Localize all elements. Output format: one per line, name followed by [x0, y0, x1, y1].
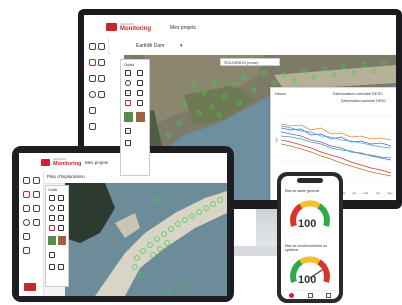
project-bar: Earthlili Dam ▾	[108, 37, 396, 56]
tools-icon[interactable]	[89, 123, 96, 130]
chevron-down-icon[interactable]: ▾	[180, 43, 183, 49]
tools-title: Outils	[124, 62, 135, 67]
gauge1-value: 100	[298, 218, 317, 230]
layer-thumb-red-icon[interactable]	[136, 112, 145, 122]
nav-my-projects[interactable]: Mes projets	[85, 160, 108, 165]
select-tool-icon[interactable]	[49, 195, 55, 201]
alert-icon[interactable]	[33, 205, 40, 212]
soldata-logo-icon	[41, 158, 50, 166]
chart-ylabel: Déf	[274, 137, 279, 143]
list-icon[interactable]	[89, 75, 96, 82]
layer-thumb-green-icon[interactable]	[124, 112, 133, 122]
brand-name: Monitoring	[120, 26, 151, 32]
tools-title: Outils	[48, 188, 58, 192]
phone-screen: Etat de santé general 100 Etat de foncti…	[281, 176, 339, 299]
nav-my-projects[interactable]: Mes projets	[170, 25, 196, 31]
alert-icon[interactable]	[98, 75, 105, 82]
map-icon[interactable]	[89, 59, 96, 66]
gauge2-value: 100	[298, 274, 317, 286]
gauge1-label: Etat de santé general	[285, 189, 320, 193]
line-tool-icon[interactable]	[58, 205, 64, 211]
series-line	[281, 127, 392, 147]
soldata-logo-icon	[106, 23, 117, 31]
footer-logo-icon	[24, 283, 36, 291]
marker-tool-icon[interactable]	[49, 225, 55, 231]
health-gauge	[290, 200, 330, 227]
phone-notch	[297, 178, 323, 183]
polygon-tool-icon[interactable]	[49, 215, 55, 221]
x-tick-label: sept.	[363, 192, 369, 195]
chart-icon[interactable]	[33, 177, 40, 184]
zoom-in-icon[interactable]	[125, 128, 131, 134]
app-header: SOLDATA Monitoring Mes projets	[84, 15, 396, 38]
document-icon[interactable]	[23, 233, 30, 240]
project-select[interactable]: Earthlili Dam	[136, 43, 164, 49]
list-icon[interactable]	[23, 205, 30, 212]
map-icon[interactable]	[23, 191, 30, 198]
gauge2-label: Etat de fonctionnement du système	[285, 244, 327, 252]
x-tick-label: juil.	[352, 192, 357, 195]
user-icon[interactable]	[33, 219, 40, 226]
drawing-tools: Outils	[120, 59, 150, 176]
tablet-map-view[interactable]	[65, 183, 227, 296]
tablet-drawing-tools: Outils	[45, 185, 69, 287]
x-tick-label: nov.	[375, 192, 381, 195]
map-icon[interactable]	[308, 293, 313, 298]
line-tool-icon[interactable]	[137, 80, 143, 86]
point-tool-icon[interactable]	[125, 80, 131, 86]
brand-name: Monitoring	[53, 161, 82, 167]
settings-icon[interactable]	[89, 43, 96, 50]
refresh-icon[interactable]	[125, 140, 131, 146]
marker-tool-icon[interactable]	[125, 100, 131, 106]
chart-title: Déformation cumulée DESC	[341, 99, 387, 103]
tools-icon[interactable]	[23, 247, 30, 254]
info-icon[interactable]	[89, 91, 96, 98]
undo-icon[interactable]	[58, 264, 64, 270]
refresh-icon[interactable]	[49, 264, 55, 270]
point-tool-icon[interactable]	[49, 205, 55, 211]
menu-icon[interactable]	[326, 293, 331, 298]
user-icon[interactable]	[98, 91, 105, 98]
x-tick-label: janv.	[387, 192, 393, 195]
zoom-in-icon[interactable]	[49, 252, 55, 258]
info-icon[interactable]	[23, 219, 30, 226]
phone-tabbar	[281, 290, 339, 299]
system-gauge	[290, 256, 330, 283]
chart-header-left: Heure	[275, 91, 286, 96]
polygon-tool-icon[interactable]	[125, 90, 131, 96]
rectangle-tool-icon[interactable]	[137, 90, 143, 96]
chart-header-right[interactable]: Déformation cumulée DESC	[333, 91, 383, 96]
tablet-satellite-map	[65, 183, 227, 296]
crop-tool-icon[interactable]	[137, 70, 143, 76]
table-icon[interactable]	[33, 191, 40, 198]
crop-tool-icon[interactable]	[58, 195, 64, 201]
chart-icon[interactable]	[98, 43, 105, 50]
rectangle-tool-icon[interactable]	[58, 215, 64, 221]
document-icon[interactable]	[89, 107, 96, 114]
plan-select[interactable]: Plan d'implantation	[47, 174, 85, 179]
layer-select-value: SOL/GRIDS (none)	[224, 60, 259, 65]
select-tool-icon[interactable]	[125, 70, 131, 76]
tablet-sidebar	[19, 171, 44, 296]
tablet-brand-logo[interactable]: SOLDATA Monitoring	[41, 157, 81, 167]
table-icon[interactable]	[98, 59, 105, 66]
layer-select[interactable]: SOL/GRIDS (none)	[220, 58, 280, 66]
measure-tool-icon[interactable]	[137, 100, 143, 106]
brand-logo[interactable]: SOLDATA Monitoring	[106, 22, 151, 32]
layer-thumb-red-icon[interactable]	[58, 236, 66, 245]
measure-tool-icon[interactable]	[58, 225, 64, 231]
home-icon[interactable]	[289, 293, 294, 298]
settings-icon[interactable]	[23, 177, 30, 184]
layer-thumb-green-icon[interactable]	[48, 236, 56, 245]
desktop-screen: SOLDATA Monitoring Mes projets Earthlili…	[84, 15, 396, 200]
